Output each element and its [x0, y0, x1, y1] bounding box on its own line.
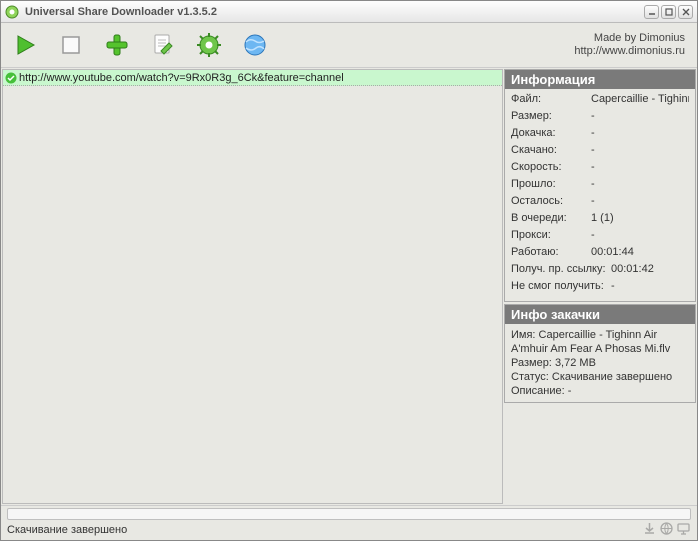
downloaded-label: Скачано:	[511, 144, 591, 157]
app-icon	[5, 5, 19, 19]
file-label: Файл:	[511, 93, 591, 106]
app-window: Universal Share Downloader v1.3.5.2 Made	[0, 0, 698, 541]
download-list[interactable]: http://www.youtube.com/watch?v=9Rx0R3g_6…	[2, 69, 503, 504]
info-pane: Информация Файл:Capercaillie - Tighinn A…	[504, 69, 696, 504]
info-panel: Информация Файл:Capercaillie - Tighinn A…	[504, 69, 696, 302]
downloaded-value: -	[591, 144, 689, 157]
toolbar: Made by Dimonius http://www.dimonius.ru	[1, 23, 697, 67]
info-panel-header: Информация	[505, 70, 695, 89]
status-ok-icon	[5, 72, 17, 84]
maximize-button[interactable]	[661, 5, 676, 19]
dl-status-label: Статус:	[511, 371, 549, 383]
file-value: Capercaillie - Tighinn Air A'r	[591, 93, 689, 106]
titlebar: Universal Share Downloader v1.3.5.2	[1, 1, 697, 23]
window-controls	[644, 5, 693, 19]
directlink-value: 00:01:42	[611, 263, 689, 276]
elapsed-value: -	[591, 178, 689, 191]
dl-name-value: Capercaillie - Tighinn Air A'mhuir Am Fe…	[511, 329, 670, 355]
download-info-panel: Инфо закачки Имя: Capercaillie - Tighinn…	[504, 304, 696, 403]
edit-button[interactable]	[147, 29, 179, 61]
dl-desc-label: Описание:	[511, 385, 565, 397]
status-text: Скачивание завершено	[7, 524, 127, 536]
working-label: Работаю:	[511, 246, 591, 259]
globe-button[interactable]	[239, 29, 271, 61]
minimize-button[interactable]	[644, 5, 659, 19]
settings-button[interactable]	[193, 29, 225, 61]
statusbar: Скачивание завершено	[1, 520, 697, 540]
window-title: Universal Share Downloader v1.3.5.2	[25, 6, 644, 18]
elapsed-label: Прошло:	[511, 178, 591, 191]
dl-desc-value: -	[568, 385, 572, 397]
failed-label: Не смог получить:	[511, 280, 611, 293]
dl-status-value: Скачивание завершено	[552, 371, 672, 383]
failed-value: -	[611, 280, 689, 293]
tray-download-icon[interactable]	[642, 521, 657, 539]
list-item[interactable]: http://www.youtube.com/watch?v=9Rx0R3g_6…	[3, 70, 502, 86]
content-area: http://www.youtube.com/watch?v=9Rx0R3g_6…	[1, 67, 697, 506]
add-button[interactable]	[101, 29, 133, 61]
remaining-label: Осталось:	[511, 195, 591, 208]
resume-value: -	[591, 127, 689, 140]
queue-value: 1 (1)	[591, 212, 689, 225]
progress-bar	[7, 508, 691, 520]
credits-url: http://www.dimonius.ru	[574, 45, 685, 58]
speed-label: Скорость:	[511, 161, 591, 174]
download-panel-header: Инфо закачки	[505, 305, 695, 324]
remaining-value: -	[591, 195, 689, 208]
dl-size-label: Размер:	[511, 357, 552, 369]
credits-author: Made by Dimonius	[574, 32, 685, 45]
proxy-label: Прокси:	[511, 229, 591, 242]
credits: Made by Dimonius http://www.dimonius.ru	[574, 32, 689, 58]
dl-name-label: Имя:	[511, 329, 535, 341]
queue-label: В очереди:	[511, 212, 591, 225]
resume-label: Докачка:	[511, 127, 591, 140]
list-item-url: http://www.youtube.com/watch?v=9Rx0R3g_6…	[19, 72, 344, 84]
proxy-value: -	[591, 229, 689, 242]
directlink-label: Получ. пр. ссылку:	[511, 263, 611, 276]
working-value: 00:01:44	[591, 246, 689, 259]
tray-monitor-icon[interactable]	[676, 521, 691, 539]
size-value: -	[591, 110, 689, 123]
dl-size-value: 3,72 MB	[555, 357, 596, 369]
close-button[interactable]	[678, 5, 693, 19]
start-button[interactable]	[9, 29, 41, 61]
tray-globe-icon[interactable]	[659, 521, 674, 539]
status-tray	[642, 521, 691, 539]
stop-button[interactable]	[55, 29, 87, 61]
speed-value: -	[591, 161, 689, 174]
size-label: Размер:	[511, 110, 591, 123]
